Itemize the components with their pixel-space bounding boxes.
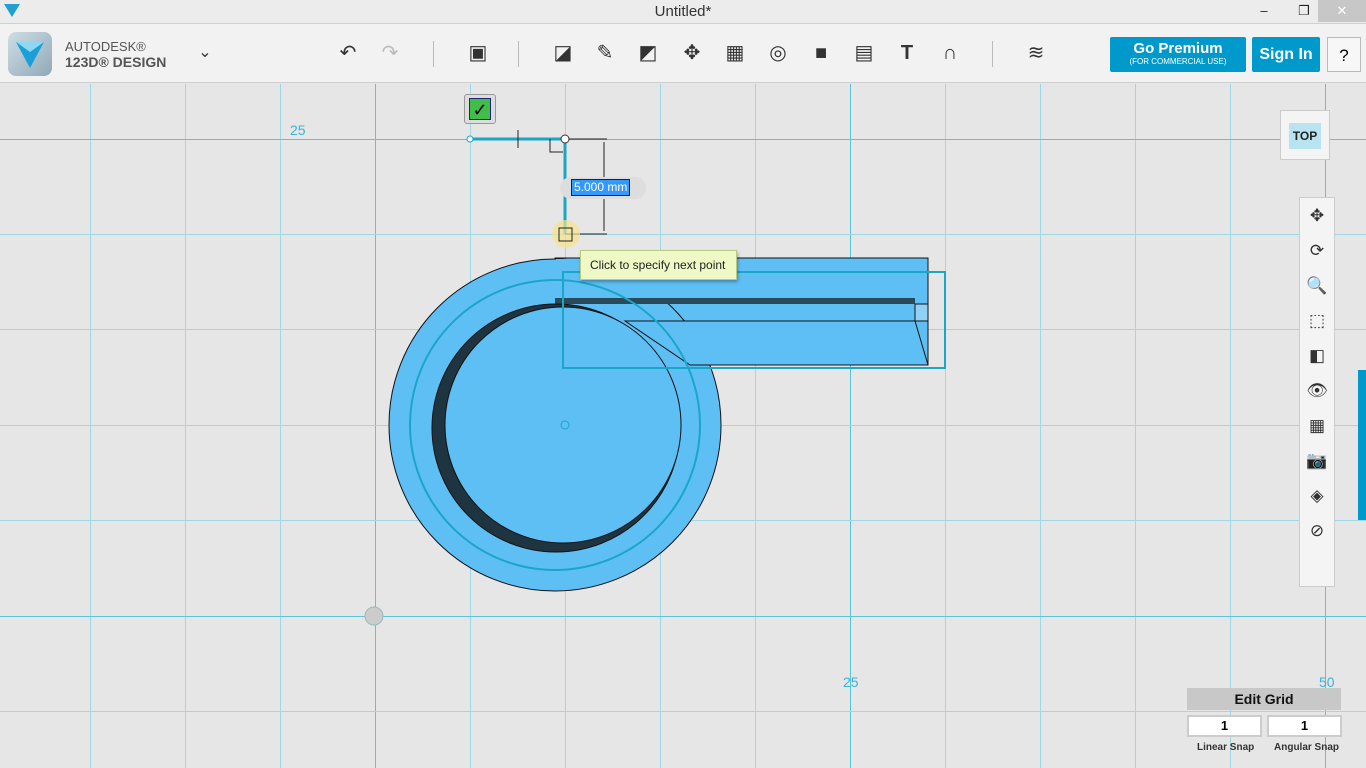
- snap-icon[interactable]: ▤: [849, 38, 879, 68]
- go-premium-label: Go Premium: [1110, 40, 1246, 57]
- camera-icon[interactable]: 📷: [1300, 443, 1334, 478]
- divider: [518, 41, 519, 67]
- checkmark-icon: ✓: [469, 98, 491, 120]
- linear-snap-input[interactable]: 1: [1187, 715, 1262, 737]
- view-mode-icon[interactable]: ◧: [1300, 338, 1334, 373]
- visibility-icon[interactable]: 👁: [1300, 373, 1334, 408]
- grid-icon[interactable]: ▦: [1300, 408, 1334, 443]
- navigation-bar: ✥ ⟳ 🔍 ⬚ ◧ 👁 ▦ 📷 ◈ ⊘: [1299, 197, 1335, 587]
- divider: [433, 41, 434, 67]
- window-title: Untitled*: [0, 3, 1366, 20]
- side-panel-tab[interactable]: [1358, 370, 1366, 520]
- brand-autodesk: AUTODESK®: [65, 39, 146, 54]
- measure-icon[interactable]: ■: [806, 38, 836, 68]
- tooltip: Click to specify next point: [580, 250, 737, 280]
- modify-icon[interactable]: ◩: [633, 38, 663, 68]
- app-logo[interactable]: [8, 32, 52, 76]
- magnet-icon[interactable]: ∩: [935, 38, 965, 68]
- go-premium-button[interactable]: Go Premium (FOR COMMERCIAL USE): [1110, 37, 1246, 72]
- redo-button[interactable]: ↷: [375, 38, 405, 68]
- edit-grid-button[interactable]: Edit Grid: [1187, 688, 1341, 710]
- angular-snap-label: Angular Snap: [1274, 742, 1339, 753]
- toolbar: AUTODESK® 123D® DESIGN ⌄ ↶ ↷ ▣ ◪ ✎ ◩ ✥ ▦…: [0, 23, 1366, 83]
- dimension-input[interactable]: 5.000 mm: [560, 177, 646, 199]
- go-premium-sub: (FOR COMMERCIAL USE): [1110, 57, 1246, 66]
- linear-snap-label: Linear Snap: [1197, 742, 1254, 753]
- fit-icon[interactable]: ⬚: [1300, 303, 1334, 338]
- group-icon[interactable]: ▦: [720, 38, 750, 68]
- confirm-button[interactable]: ✓: [464, 94, 496, 124]
- close-button[interactable]: ✕: [1318, 0, 1366, 22]
- view-cube-top[interactable]: TOP: [1289, 123, 1321, 149]
- hide-icon[interactable]: ⊘: [1300, 513, 1334, 548]
- divider: [992, 41, 993, 67]
- pattern-icon[interactable]: ✥: [677, 38, 707, 68]
- construct-icon[interactable]: ✎: [590, 38, 620, 68]
- text-tool-icon[interactable]: T: [892, 38, 922, 68]
- dimension-value[interactable]: 5.000 mm: [572, 180, 629, 195]
- title-bar: Untitled* – ❐ ✕: [0, 0, 1366, 23]
- brand-product: 123D® DESIGN: [65, 54, 166, 70]
- whistle-model[interactable]: [0, 84, 1366, 768]
- material-icon[interactable]: ≋: [1021, 38, 1051, 68]
- material-view-icon[interactable]: ◈: [1300, 478, 1334, 513]
- sign-in-button[interactable]: Sign In: [1252, 37, 1320, 72]
- zoom-icon[interactable]: 🔍: [1300, 268, 1334, 303]
- orbit-icon[interactable]: ⟳: [1300, 233, 1334, 268]
- undo-button[interactable]: ↶: [333, 38, 363, 68]
- combine-icon[interactable]: ◎: [763, 38, 793, 68]
- primitives-icon[interactable]: ▣: [463, 38, 493, 68]
- sketch-icon[interactable]: ◪: [548, 38, 578, 68]
- 3d-viewport[interactable]: 25 25 50 ✓ 5.000 mm Click to specify nex…: [0, 84, 1366, 768]
- pan-icon[interactable]: ✥: [1300, 198, 1334, 233]
- minimize-button[interactable]: –: [1244, 0, 1284, 22]
- angular-snap-input[interactable]: 1: [1267, 715, 1342, 737]
- help-button[interactable]: ?: [1327, 37, 1361, 72]
- view-cube[interactable]: TOP: [1280, 110, 1330, 160]
- menu-chevron-icon[interactable]: ⌄: [190, 38, 220, 68]
